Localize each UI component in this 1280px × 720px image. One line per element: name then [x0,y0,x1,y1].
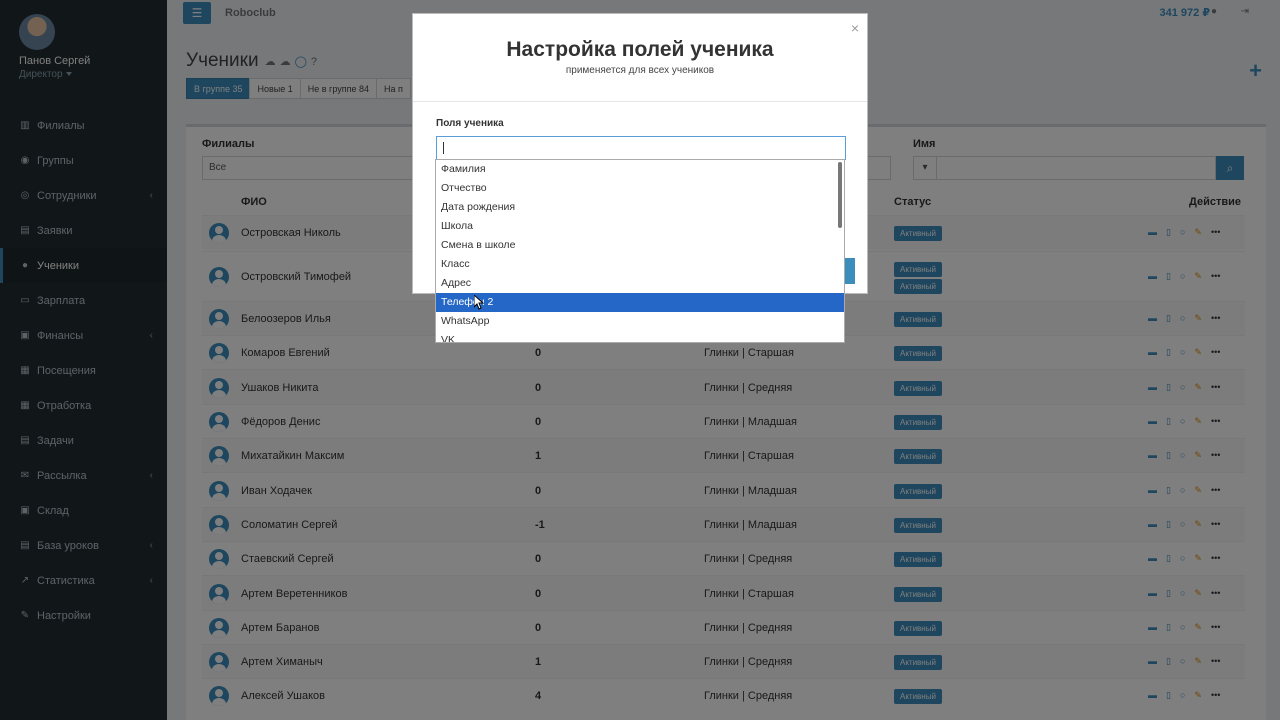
dropdown-option[interactable]: Дата рождения [436,198,844,217]
modal-title: Настройка полей ученика [506,38,774,61]
modal-header: Настройка полей ученика применяется для … [413,14,867,102]
dropdown-option[interactable]: Школа [436,217,844,236]
fields-dropdown-list: Фамилия Отчество Дата рождения Школа Смена в… [435,159,845,343]
dropdown-option[interactable]: Класс [436,255,844,274]
dropdown-option[interactable]: Адрес [436,274,844,293]
dropdown-option[interactable]: Смена в школе [436,236,844,255]
text-caret [443,142,444,154]
fields-label: Поля ученика [436,118,504,129]
dropdown-option[interactable]: Отчество [436,179,844,198]
modal-subtitle: применяется для всех учеников [565,65,715,76]
dropdown-option[interactable]: VK [436,331,844,342]
dropdown-option[interactable]: Телефон 2 [436,293,844,312]
fields-search-input[interactable] [436,136,846,160]
dropdown-option[interactable]: WhatsApp [436,312,844,331]
dropdown-option[interactable]: Фамилия [436,160,844,179]
dropdown-scrollbar[interactable] [838,162,842,228]
close-icon[interactable]: × [851,20,859,36]
